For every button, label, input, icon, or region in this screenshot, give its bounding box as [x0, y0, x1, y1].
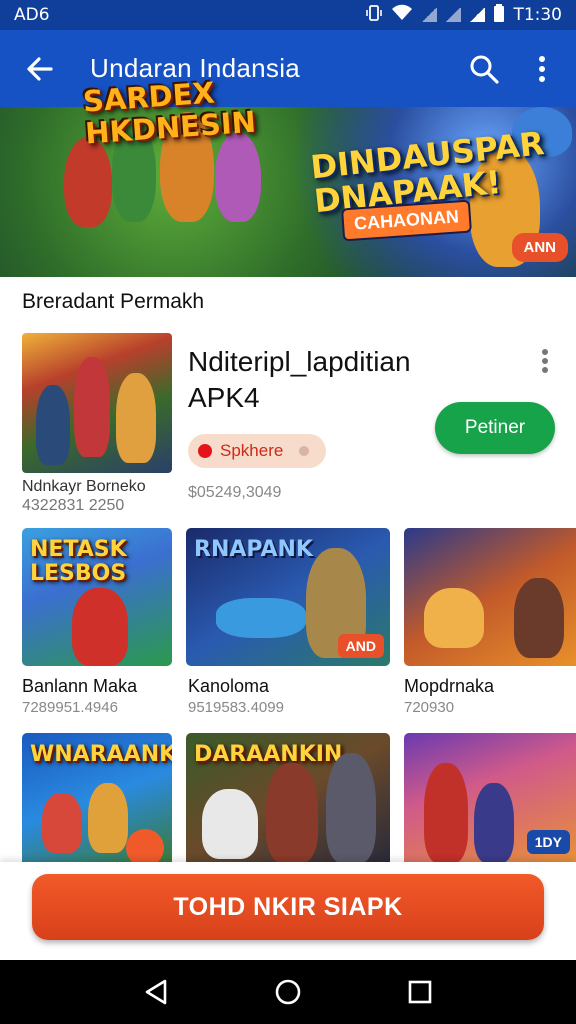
grid-tile[interactable]: WNARAANK [22, 733, 172, 862]
signal-icon-2 [445, 8, 462, 22]
system-nav-bar [0, 960, 576, 1024]
grid-tile-label: Mopdrnaka [404, 676, 495, 696]
record-dot-icon [198, 444, 212, 458]
tile-figure [424, 763, 468, 862]
wifi-icon [391, 4, 413, 27]
tile-art-text: NETASK LESBOS [30, 537, 127, 586]
tile-figure-2 [474, 783, 514, 862]
install-button[interactable]: Petiner [435, 402, 555, 454]
status-time: T1:30 [513, 5, 562, 25]
tile-figure-2 [266, 763, 318, 862]
signal-icon [421, 8, 438, 22]
tile-tag: 1DY [526, 830, 570, 854]
banner-title-left: SARDEX HKDNESIN [81, 75, 257, 151]
more-vert-icon[interactable] [522, 49, 562, 89]
featured-caption: Ndnkayr Borneko [22, 478, 146, 495]
grid-tile[interactable]: DARAANKIN [186, 733, 390, 862]
tile-art-text: DARAANKIN [194, 742, 343, 767]
thumb-figure-2 [74, 357, 110, 457]
grid-tile-sub: 7289951.4946 [22, 699, 118, 716]
status-left-text: AD6 [14, 5, 50, 25]
nav-back-icon[interactable] [138, 974, 174, 1010]
tile-figure-3 [126, 829, 164, 862]
status-icons: T1:30 [365, 3, 562, 27]
grid-tile[interactable]: RNAPANK AND [186, 528, 390, 666]
tile-figure-3 [326, 753, 376, 862]
thumb-figure-1 [36, 385, 70, 465]
tile-tag: AND [337, 634, 384, 658]
grid-tile-sub: 720930 [404, 699, 455, 716]
banner-badge[interactable]: ANN [511, 233, 568, 262]
tile-figure [42, 793, 82, 853]
grid-tile-label: Banlann Maka [22, 676, 138, 696]
tile-figure [514, 578, 564, 658]
grid-tile[interactable] [404, 528, 576, 666]
section-title: Breradant Permakh [22, 290, 205, 313]
tile-art-text: WNARAANK [30, 742, 172, 767]
download-cta-button[interactable]: TOHD NKIR SIAPK [32, 874, 544, 940]
chip-label: Spkhere [220, 441, 284, 460]
status-bar: AD6 T1:30 [0, 0, 576, 30]
featured-caption-id: 4322831 2250 [22, 497, 125, 514]
battery-icon [493, 3, 505, 27]
grid-tile[interactable]: 1DY [404, 733, 576, 862]
chip-dot-icon [299, 446, 310, 456]
tile-figure [202, 789, 258, 859]
featured-more-icon[interactable] [530, 346, 560, 376]
nav-home-icon[interactable] [270, 974, 306, 1010]
banner-hero-4 [215, 132, 261, 222]
tile-figure [72, 588, 128, 666]
tile-art-text: RNAPANK [194, 537, 313, 562]
grid-tile[interactable]: NETASK LESBOS [22, 528, 172, 666]
banner-hero-1 [64, 137, 112, 227]
thumb-figure-3 [116, 373, 156, 463]
tile-figure-2 [216, 598, 306, 638]
grid-tile-label: Kanoloma [188, 676, 270, 696]
back-arrow-icon[interactable] [20, 49, 60, 89]
nav-recents-icon[interactable] [402, 974, 438, 1010]
tile-figure-2 [88, 783, 128, 853]
featured-price: $05249,3049 [188, 484, 282, 501]
tile-figure-2 [424, 588, 484, 648]
featured-app-name[interactable]: Nditeripl_lapditian APK4 [188, 344, 488, 416]
grid-tile-sub: 9519583.4099 [188, 699, 284, 716]
signal-icon-3 [469, 8, 486, 22]
featured-chip[interactable]: Spkhere [188, 434, 326, 468]
vibrate-icon [365, 4, 383, 27]
featured-app-thumbnail[interactable] [22, 333, 172, 473]
search-icon[interactable] [464, 49, 504, 89]
